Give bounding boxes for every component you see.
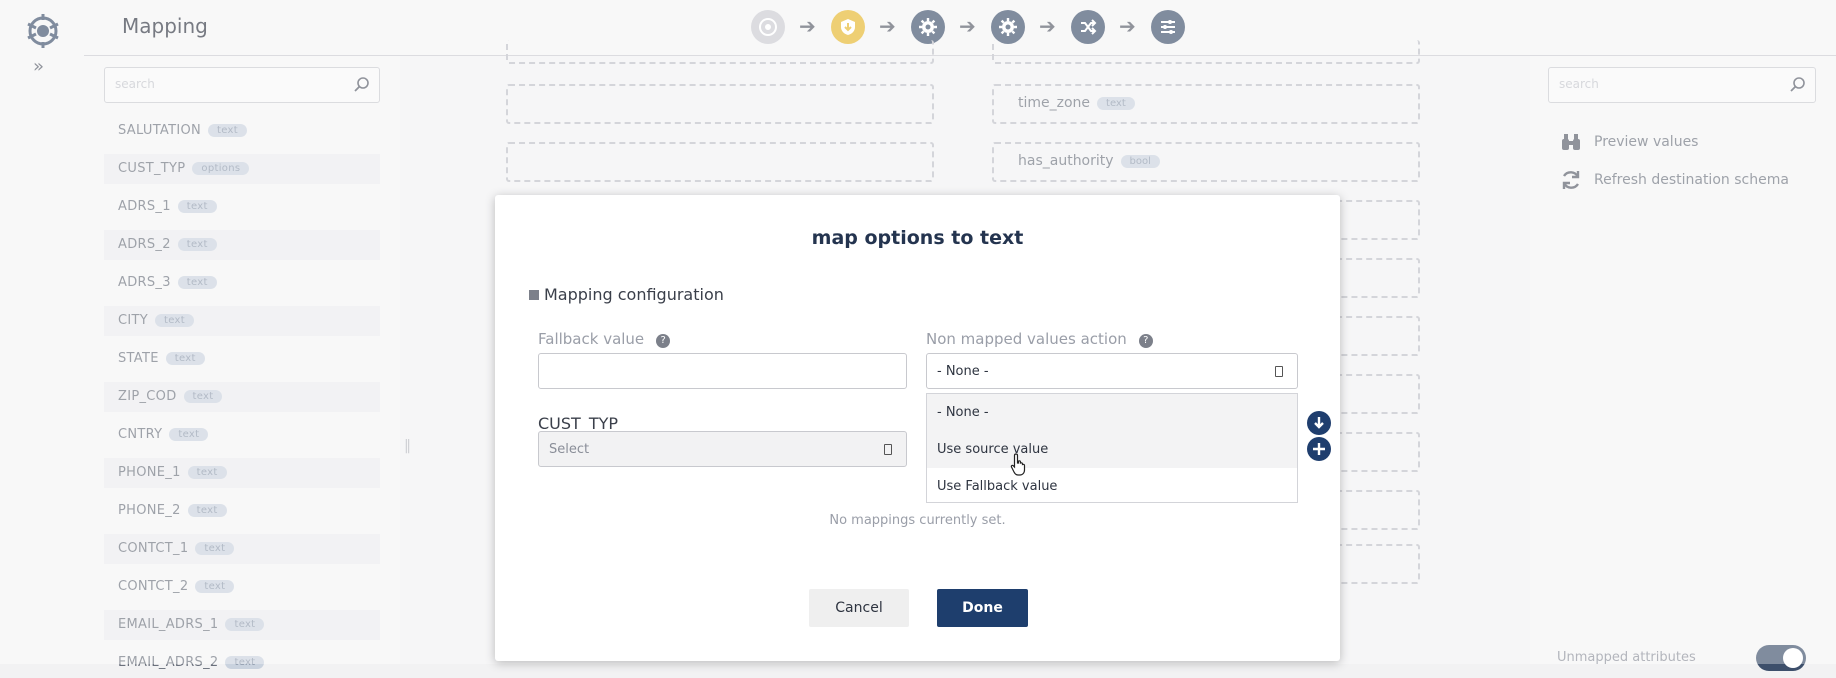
section-marker-icon <box>529 290 539 300</box>
section-title: Mapping configuration <box>544 285 724 304</box>
help-icon[interactable]: ? <box>656 334 671 348</box>
download-mappings-icon[interactable] <box>1307 411 1331 435</box>
option-label: Use source value <box>937 442 1049 457</box>
non-mapped-values-dropdown: - None - Use source value Use Fallback v… <box>926 393 1298 503</box>
select-placeholder: Select <box>549 442 590 457</box>
hand-cursor-icon <box>1010 452 1028 480</box>
source-option-select[interactable]: Select <box>538 431 907 467</box>
label-text: Non mapped values action <box>926 330 1127 348</box>
select-caret-icon <box>884 444 892 455</box>
option-label: Use Fallback value <box>937 479 1058 494</box>
done-button[interactable]: Done <box>937 589 1028 627</box>
dialog-title: map options to text <box>811 227 1024 249</box>
fallback-value-label: Fallback value? <box>538 330 671 348</box>
non-mapped-values-select[interactable]: - None - <box>926 353 1298 389</box>
select-caret-icon <box>1275 366 1283 377</box>
label-text: Fallback value <box>538 330 645 348</box>
add-mapping-icon[interactable] <box>1307 437 1331 461</box>
fallback-value-input[interactable] <box>538 353 907 389</box>
no-mappings-message: No mappings currently set. <box>829 513 1006 528</box>
selected-value: - None - <box>937 364 989 379</box>
dropdown-option-use-source-value[interactable]: Use source value <box>927 431 1297 468</box>
dropdown-option-none[interactable]: - None - <box>927 394 1297 431</box>
non-mapped-values-label: Non mapped values action? <box>926 330 1153 348</box>
option-label: - None - <box>937 405 989 420</box>
help-icon[interactable]: ? <box>1138 334 1153 348</box>
cancel-button[interactable]: Cancel <box>809 589 909 627</box>
dropdown-option-use-fallback-value[interactable]: Use Fallback value <box>927 468 1297 505</box>
map-options-dialog: map options to text Mapping configuratio… <box>495 195 1340 661</box>
